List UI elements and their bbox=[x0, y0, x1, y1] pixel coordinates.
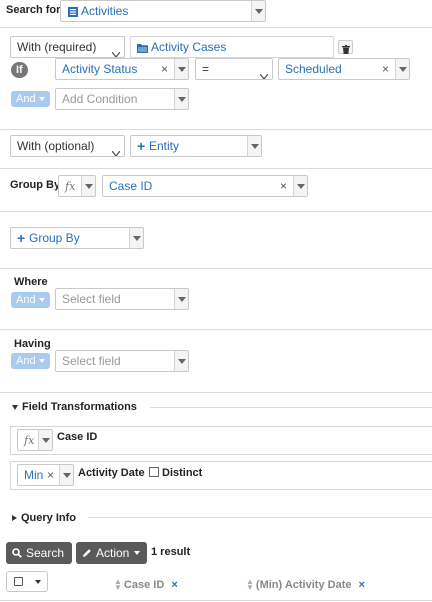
add-condition-select[interactable]: Add Condition bbox=[55, 88, 189, 110]
result-count: 1 result bbox=[151, 546, 191, 558]
having-field-select[interactable]: Select field bbox=[55, 350, 189, 372]
action-dropdown-button[interactable]: Action bbox=[76, 542, 147, 564]
group-by-fx-select[interactable]: fx bbox=[58, 175, 96, 197]
chevron-down-icon[interactable] bbox=[81, 176, 95, 196]
fx-icon: fx bbox=[24, 433, 35, 447]
condition-value-text: Scheduled bbox=[285, 62, 342, 76]
transformation-field-label: Activity Date bbox=[78, 467, 145, 479]
having-placeholder: Select field bbox=[62, 354, 121, 368]
clear-icon[interactable]: × bbox=[47, 468, 54, 482]
search-for-select[interactable]: Activities bbox=[60, 0, 266, 22]
transformation-row-2: Min × Activity Date Distinct bbox=[10, 461, 432, 490]
delete-join-button[interactable] bbox=[338, 40, 353, 54]
clear-icon[interactable]: × bbox=[161, 62, 168, 76]
condition-operator-value: = bbox=[202, 62, 210, 76]
chevron-down-icon bbox=[38, 359, 45, 363]
where-label: Where bbox=[14, 276, 48, 288]
if-badge: If bbox=[11, 62, 28, 78]
select-all-dropdown[interactable] bbox=[6, 571, 48, 592]
where-and-pill[interactable]: And bbox=[11, 292, 50, 308]
group-by-label: Group By bbox=[10, 179, 61, 191]
search-for-label: Search for bbox=[6, 4, 61, 16]
remove-column-icon[interactable]: × bbox=[171, 579, 177, 591]
field-transformations-title: Field Transformations bbox=[22, 401, 137, 413]
list-icon bbox=[68, 6, 78, 20]
group-by-field-value: Case ID bbox=[109, 179, 153, 193]
query-info-title: Query Info bbox=[21, 512, 77, 524]
distinct-checkbox[interactable] bbox=[149, 467, 159, 477]
plus-icon: + bbox=[137, 138, 146, 154]
select-all-checkbox[interactable] bbox=[14, 577, 23, 586]
caret-right-icon bbox=[12, 515, 17, 521]
clear-icon[interactable]: × bbox=[280, 179, 287, 193]
search-icon bbox=[12, 548, 22, 558]
chevron-down-icon[interactable] bbox=[247, 136, 261, 156]
and-operator-pill[interactable]: And bbox=[11, 91, 50, 107]
search-button-label: Search bbox=[26, 546, 65, 560]
caret-down-icon bbox=[12, 404, 18, 410]
chevron-down-icon[interactable] bbox=[174, 289, 188, 309]
chevron-down-icon[interactable] bbox=[174, 89, 188, 109]
column-header-min-activity-date[interactable]: ▲ ▼ (Min) Activity Date × bbox=[246, 577, 365, 593]
and-pill-label: And bbox=[16, 93, 36, 105]
query-info-toggle[interactable]: Query Info bbox=[12, 512, 76, 524]
fx-icon: fx bbox=[65, 179, 76, 193]
chevron-down-icon bbox=[38, 298, 45, 302]
chevron-down-icon[interactable] bbox=[395, 59, 409, 79]
chevron-down-icon bbox=[38, 97, 45, 101]
chevron-down-icon bbox=[111, 46, 121, 57]
column-header-label: (Min) Activity Date bbox=[255, 579, 352, 591]
chevron-down-icon[interactable] bbox=[174, 59, 188, 79]
remove-column-icon[interactable]: × bbox=[359, 579, 365, 591]
with-optional-select[interactable]: With (optional) bbox=[10, 135, 125, 157]
clear-icon[interactable]: × bbox=[382, 62, 389, 76]
plus-icon: + bbox=[17, 230, 26, 246]
chevron-down-icon bbox=[35, 580, 41, 584]
condition-value-select[interactable]: Scheduled × bbox=[278, 58, 410, 80]
chevron-down-icon bbox=[134, 551, 141, 555]
sort-icon: ▲ ▼ bbox=[114, 577, 122, 593]
chevron-down-icon bbox=[259, 68, 269, 79]
sort-icon: ▲ ▼ bbox=[246, 577, 254, 593]
column-header-label: Case ID bbox=[123, 579, 165, 591]
transformation-func-value: Min bbox=[24, 468, 44, 482]
pencil-icon bbox=[82, 548, 92, 558]
where-placeholder: Select field bbox=[62, 292, 121, 306]
add-entity-button[interactable]: + Entity bbox=[130, 135, 262, 157]
folder-icon bbox=[137, 42, 148, 56]
group-by-field-select[interactable]: Case ID × bbox=[102, 175, 308, 197]
having-and-pill[interactable]: And bbox=[11, 353, 50, 369]
and-pill-label: And bbox=[16, 355, 36, 367]
chevron-down-icon[interactable] bbox=[174, 351, 188, 371]
with-required-label: With (required) bbox=[17, 40, 97, 54]
column-header-case-id[interactable]: ▲ ▼ Case ID × bbox=[114, 577, 178, 593]
trash-icon bbox=[342, 43, 350, 57]
chevron-down-icon[interactable] bbox=[59, 465, 73, 485]
chevron-down-icon[interactable] bbox=[129, 228, 143, 248]
chevron-down-icon[interactable] bbox=[38, 430, 52, 450]
where-field-select[interactable]: Select field bbox=[55, 288, 189, 310]
distinct-label: Distinct bbox=[162, 467, 203, 479]
with-required-select[interactable]: With (required) bbox=[10, 36, 125, 58]
chevron-down-icon[interactable] bbox=[251, 1, 265, 21]
search-button[interactable]: Search bbox=[6, 542, 72, 564]
with-optional-label: With (optional) bbox=[17, 139, 95, 153]
transformation-row-1: fx Case ID bbox=[10, 426, 432, 455]
add-group-by-button[interactable]: + Group By bbox=[10, 227, 144, 249]
chevron-down-icon[interactable] bbox=[293, 176, 307, 196]
chevron-down-icon bbox=[111, 145, 121, 156]
transformation-fx-select[interactable]: fx bbox=[17, 429, 53, 451]
condition-field-select[interactable]: Activity Status × bbox=[55, 58, 189, 80]
field-transformations-toggle[interactable]: Field Transformations bbox=[12, 401, 137, 413]
and-pill-label: And bbox=[16, 294, 36, 306]
with-required-entity[interactable]: Activity Cases bbox=[130, 36, 334, 58]
action-button-label: Action bbox=[96, 546, 130, 560]
transformation-func-select[interactable]: Min × bbox=[17, 464, 74, 486]
having-label: Having bbox=[14, 338, 51, 350]
add-condition-placeholder: Add Condition bbox=[62, 92, 138, 106]
transformation-field-label: Case ID bbox=[57, 431, 98, 443]
condition-field-value: Activity Status bbox=[62, 62, 138, 76]
condition-operator-select[interactable]: = bbox=[195, 58, 273, 80]
